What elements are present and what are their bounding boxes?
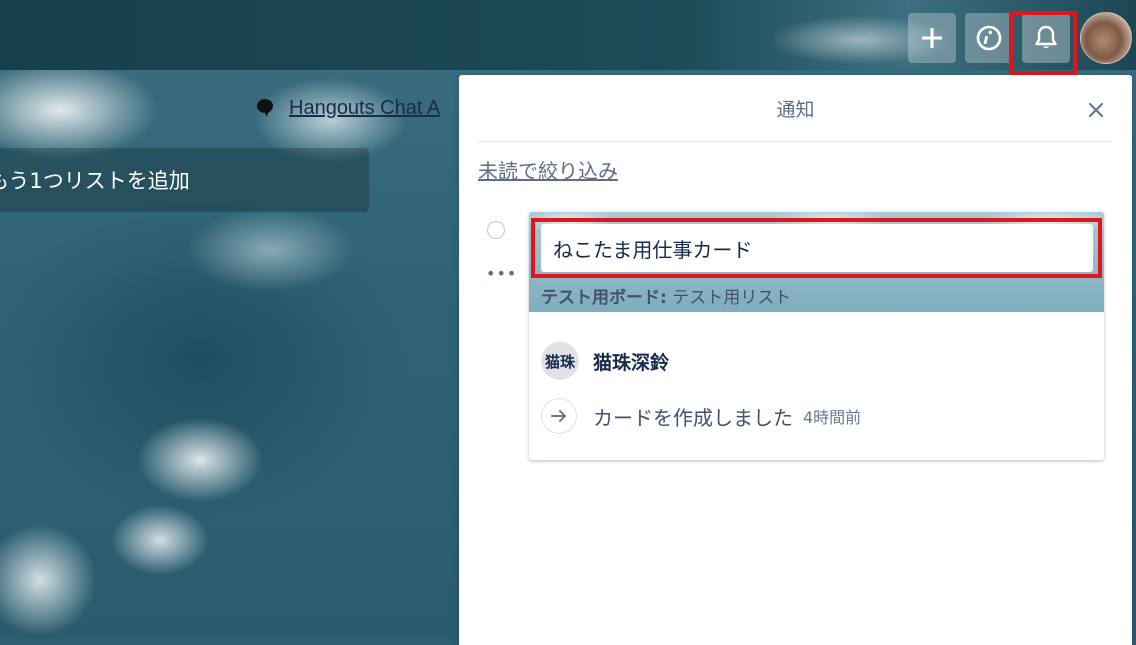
- action-text: カードを作成しました: [593, 405, 793, 430]
- close-button[interactable]: [1083, 97, 1109, 123]
- card-title-highlight-box: [531, 218, 1102, 278]
- user-avatar[interactable]: [1080, 12, 1132, 64]
- filter-unread-link[interactable]: 未読で絞り込み: [478, 155, 618, 184]
- member-avatar[interactable]: 猫珠: [541, 342, 579, 380]
- panel-divider: [478, 141, 1111, 142]
- notification-card[interactable]: ねこたま用仕事カード テスト用ボード: テスト用リスト 猫珠 猫珠深鈴 カードを…: [529, 212, 1104, 460]
- info-icon: [976, 25, 1002, 51]
- mark-read-toggle[interactable]: [487, 221, 505, 239]
- member-name: 猫珠深鈴: [593, 351, 670, 374]
- arrow-right-icon: [551, 410, 566, 422]
- close-icon: [1088, 102, 1104, 118]
- bell-highlight-box: [1009, 11, 1077, 75]
- more-options-icon[interactable]: •••: [486, 266, 517, 282]
- hangouts-chat-link[interactable]: Hangouts Chat A: [255, 95, 440, 121]
- chat-bubble-icon: [257, 99, 273, 117]
- add-button[interactable]: [908, 13, 956, 63]
- add-list-button[interactable]: もう1つリストを追加: [0, 148, 369, 212]
- action-arrow: [541, 398, 577, 434]
- list-name: テスト用リスト: [672, 288, 792, 308]
- action-row: カードを作成しました 4時間前: [541, 398, 861, 434]
- plus-icon: [922, 28, 942, 48]
- card-board-list: テスト用ボード: テスト用リスト: [541, 283, 791, 308]
- member-row: 猫珠 猫珠深鈴: [541, 342, 669, 380]
- notifications-panel: 通知 未読で絞り込み ••• ねこたま用仕事カード テスト用ボード: テスト用リ…: [459, 75, 1132, 645]
- board-name[interactable]: テスト用ボード:: [541, 288, 667, 308]
- hangouts-chat-label[interactable]: Hangouts Chat A: [289, 97, 440, 120]
- add-list-label: もう1つリストを追加: [0, 169, 190, 193]
- action-timestamp[interactable]: 4時間前: [803, 404, 861, 428]
- panel-title: 通知: [776, 99, 815, 121]
- info-button[interactable]: [965, 13, 1013, 63]
